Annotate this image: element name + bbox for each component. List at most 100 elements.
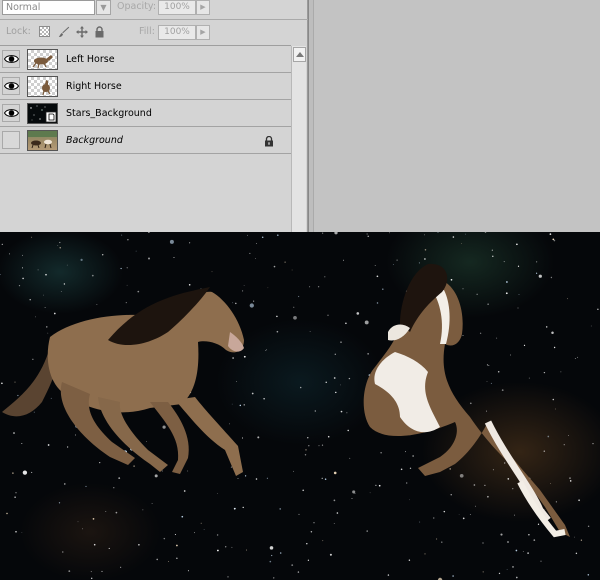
star xyxy=(408,559,411,561)
star xyxy=(1,243,3,246)
star xyxy=(352,490,356,494)
star xyxy=(77,521,79,523)
star xyxy=(346,412,348,414)
layer-name[interactable]: Left Horse xyxy=(66,54,115,65)
layer-row-left-horse[interactable]: Left Horse xyxy=(0,46,291,73)
star xyxy=(231,403,233,405)
opacity-label: Opacity: xyxy=(117,1,157,12)
layer-name[interactable]: Right Horse xyxy=(66,81,122,92)
star xyxy=(452,236,455,238)
star xyxy=(487,495,489,498)
star xyxy=(465,233,466,235)
star xyxy=(507,478,510,480)
star xyxy=(518,294,520,295)
star xyxy=(244,475,247,477)
star xyxy=(32,358,34,360)
star xyxy=(115,511,118,514)
star xyxy=(15,492,17,494)
star xyxy=(536,261,538,263)
star xyxy=(68,570,71,572)
lock-transparency-icon[interactable] xyxy=(39,26,50,37)
star xyxy=(75,434,77,436)
star xyxy=(375,484,377,487)
star xyxy=(176,544,178,547)
scroll-up-arrow-icon[interactable] xyxy=(293,47,306,62)
star xyxy=(569,480,572,482)
star xyxy=(389,232,390,234)
star xyxy=(318,445,320,447)
fill-slider-arrow-icon[interactable]: ▶ xyxy=(196,25,210,40)
star xyxy=(59,247,61,249)
star xyxy=(345,322,347,325)
star xyxy=(321,444,324,446)
lock-position-move-icon[interactable] xyxy=(76,26,88,38)
star xyxy=(105,510,107,512)
opacity-field[interactable]: 100% xyxy=(158,0,196,15)
blend-mode-dropdown-icon[interactable]: ▼ xyxy=(96,0,111,15)
star xyxy=(424,234,425,236)
star xyxy=(516,243,518,246)
star xyxy=(479,332,482,334)
star xyxy=(452,575,454,577)
star xyxy=(458,514,460,515)
star xyxy=(96,304,98,305)
star xyxy=(269,560,272,563)
star xyxy=(543,371,546,374)
star xyxy=(269,546,274,550)
star xyxy=(461,243,462,244)
star xyxy=(187,570,189,572)
star xyxy=(334,232,338,235)
blend-mode-select[interactable]: Normal xyxy=(2,0,95,15)
star xyxy=(242,290,244,292)
lock-image-brush-icon[interactable] xyxy=(58,26,70,37)
star xyxy=(333,377,336,379)
star xyxy=(142,509,144,511)
fill-field[interactable]: 100% xyxy=(158,25,196,40)
star xyxy=(418,262,420,264)
layer-list-scrollbar[interactable] xyxy=(291,46,306,232)
opacity-slider-arrow-icon[interactable]: ▶ xyxy=(196,0,210,15)
star xyxy=(450,494,452,496)
visibility-eye-icon[interactable] xyxy=(2,77,20,95)
star xyxy=(563,444,565,446)
star xyxy=(243,285,245,286)
star xyxy=(261,236,264,239)
layer-name[interactable]: Background xyxy=(66,135,123,146)
star xyxy=(376,275,379,278)
star xyxy=(127,239,129,241)
document-canvas[interactable] xyxy=(0,232,600,580)
star xyxy=(151,503,153,505)
star xyxy=(22,277,24,280)
star xyxy=(126,267,128,269)
star xyxy=(297,571,300,573)
star xyxy=(266,349,267,351)
star xyxy=(336,512,339,514)
layer-row-right-horse[interactable]: Right Horse xyxy=(0,73,291,100)
visibility-eye-icon[interactable] xyxy=(2,50,20,68)
star xyxy=(547,435,550,438)
layer-row-background[interactable]: Background xyxy=(0,127,291,154)
star xyxy=(512,488,514,490)
star xyxy=(271,554,273,557)
star xyxy=(183,490,186,492)
star xyxy=(544,508,546,510)
star xyxy=(29,298,31,301)
star xyxy=(424,249,427,251)
star xyxy=(253,300,255,302)
visibility-toggle-empty[interactable] xyxy=(2,131,20,149)
layer-name[interactable]: Stars_Background xyxy=(66,108,152,119)
star xyxy=(469,514,471,515)
star xyxy=(99,461,101,464)
star xyxy=(236,381,238,383)
star xyxy=(232,357,234,359)
star xyxy=(12,472,14,474)
visibility-eye-icon[interactable] xyxy=(2,104,20,122)
star xyxy=(243,404,245,406)
lock-all-padlock-icon[interactable] xyxy=(94,26,105,38)
layer-row-stars-background[interactable]: Stars_Background xyxy=(0,100,291,127)
star xyxy=(304,454,307,456)
star xyxy=(137,290,140,293)
star xyxy=(327,314,329,316)
star xyxy=(590,325,592,327)
star xyxy=(340,410,343,413)
